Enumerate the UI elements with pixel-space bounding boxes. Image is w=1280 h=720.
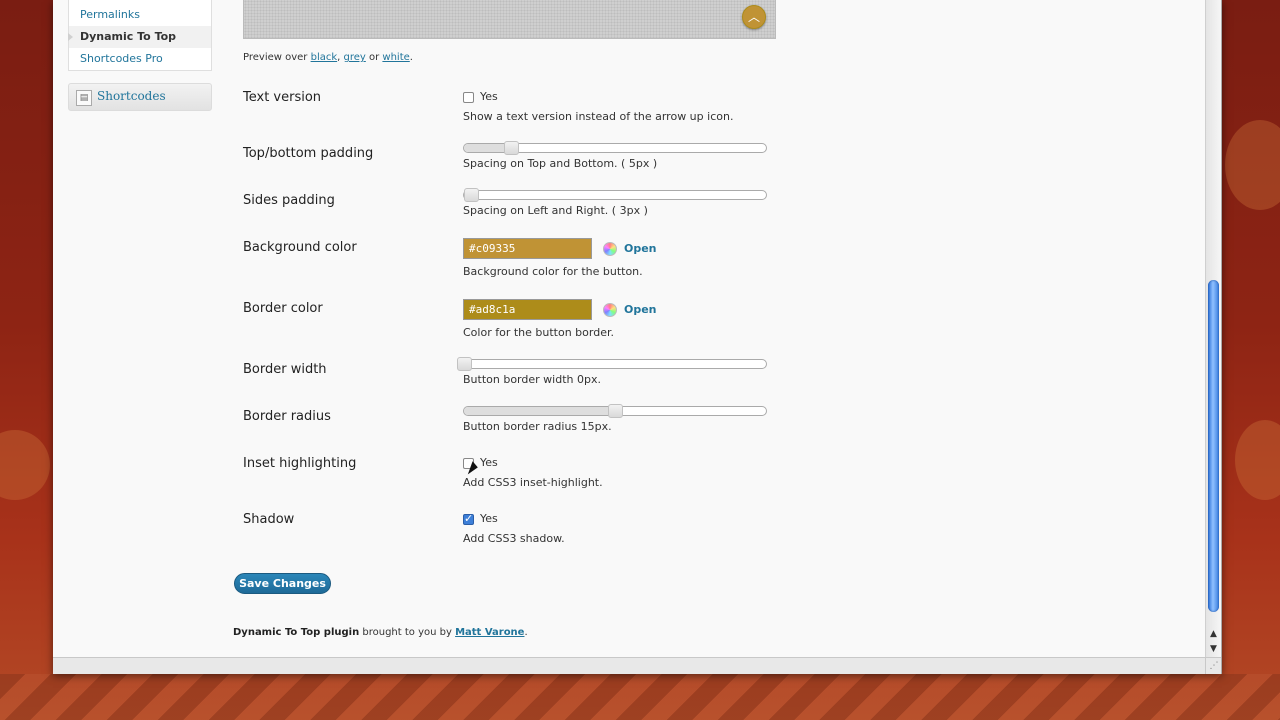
footer-plugin-name: Dynamic To Top plugin: [233, 627, 360, 638]
sides-padding-label: Sides padding: [243, 193, 335, 208]
shortcodes-icon: ▤: [76, 90, 92, 106]
top-bottom-padding-slider-handle[interactable]: [504, 141, 519, 155]
menu-shortcodes[interactable]: ▤ Shortcodes: [68, 83, 212, 111]
preview-period: .: [409, 52, 413, 63]
top-bottom-padding-label: Top/bottom padding: [243, 146, 374, 161]
preview-prefix: Preview over: [243, 52, 311, 63]
preview-grey-link[interactable]: grey: [344, 52, 366, 63]
top-bottom-padding-desc: Spacing on Top and Bottom. ( 5px ): [463, 157, 658, 170]
inset-highlighting-desc: Add CSS3 inset-highlight.: [463, 476, 603, 489]
border-color-input[interactable]: #ad8c1a: [463, 299, 592, 320]
preview-area: ︿: [243, 0, 776, 39]
settings-page: Permalinks Dynamic To Top Shortcodes Pro…: [53, 0, 1205, 657]
submenu-item-permalinks[interactable]: Permalinks: [69, 4, 211, 26]
border-width-slider-handle[interactable]: [457, 357, 472, 371]
background-color-label: Background color: [243, 240, 357, 255]
chevron-up-icon: ︿: [747, 10, 760, 24]
preview-or: or: [365, 52, 383, 63]
border-width-desc: Button border width 0px.: [463, 373, 601, 386]
sides-padding-desc: Spacing on Left and Right. ( 3px ): [463, 204, 648, 217]
color-wheel-icon[interactable]: [603, 242, 617, 256]
background-color-desc: Background color for the button.: [463, 265, 643, 278]
horizontal-status-bar: [53, 657, 1205, 674]
desktop-decoration: [1235, 420, 1280, 500]
desktop-background-pattern: [0, 674, 1280, 720]
shadow-checkbox[interactable]: [463, 512, 474, 525]
preview-black-link[interactable]: black: [311, 52, 338, 63]
preview-over-text: Preview over black, grey or white.: [243, 52, 413, 63]
plugin-footer: Dynamic To Top plugin brought to you by …: [233, 627, 528, 638]
border-color-desc: Color for the button border.: [463, 326, 614, 339]
footer-author-link[interactable]: Matt Varone: [455, 627, 524, 638]
sides-padding-slider-handle[interactable]: [464, 188, 479, 202]
inset-highlighting-checkbox-label[interactable]: Yes: [480, 456, 498, 469]
background-color-input[interactable]: #c09335: [463, 238, 592, 259]
footer-period: .: [524, 627, 528, 638]
browser-window: Permalinks Dynamic To Top Shortcodes Pro…: [53, 0, 1222, 674]
border-color-open-link[interactable]: Open: [624, 303, 657, 316]
scroll-up-arrow-icon[interactable]: ▲: [1206, 627, 1221, 641]
shadow-label: Shadow: [243, 512, 295, 527]
border-radius-slider-handle[interactable]: [608, 404, 623, 418]
menu-shortcodes-label: Shortcodes: [97, 89, 166, 103]
desktop-decoration: [0, 430, 50, 500]
border-width-slider[interactable]: [463, 359, 767, 369]
submenu-item-shortcodes-pro[interactable]: Shortcodes Pro: [69, 48, 211, 70]
scroll-to-top-preview-button[interactable]: ︿: [742, 5, 766, 29]
text-version-checkbox-label[interactable]: Yes: [480, 90, 498, 103]
shadow-checkbox-label[interactable]: Yes: [480, 512, 498, 525]
vertical-scrollbar-thumb[interactable]: [1208, 280, 1219, 612]
border-radius-desc: Button border radius 15px.: [463, 420, 612, 433]
resize-grip-icon[interactable]: ⋰: [1205, 657, 1221, 674]
text-version-label: Text version: [243, 90, 322, 105]
text-version-checkbox[interactable]: [463, 92, 474, 103]
vertical-scrollbar[interactable]: ▲ ▼: [1205, 0, 1221, 657]
scroll-down-arrow-icon[interactable]: ▼: [1206, 642, 1221, 656]
footer-text: brought to you by: [359, 627, 456, 638]
desktop-decoration: [1225, 120, 1280, 210]
shadow-desc: Add CSS3 shadow.: [463, 532, 565, 545]
sides-padding-slider[interactable]: [463, 190, 767, 200]
save-changes-button[interactable]: Save Changes: [234, 573, 331, 594]
text-version-desc: Show a text version instead of the arrow…: [463, 110, 734, 123]
settings-submenu: Permalinks Dynamic To Top Shortcodes Pro: [68, 0, 212, 71]
preview-white-link[interactable]: white: [382, 52, 409, 63]
inset-highlighting-label: Inset highlighting: [243, 456, 357, 471]
border-radius-label: Border radius: [243, 409, 331, 424]
border-width-label: Border width: [243, 362, 327, 377]
background-color-open-link[interactable]: Open: [624, 242, 657, 255]
color-wheel-icon[interactable]: [603, 303, 617, 317]
border-color-label: Border color: [243, 301, 323, 316]
submenu-item-dynamic-to-top[interactable]: Dynamic To Top: [68, 26, 211, 48]
